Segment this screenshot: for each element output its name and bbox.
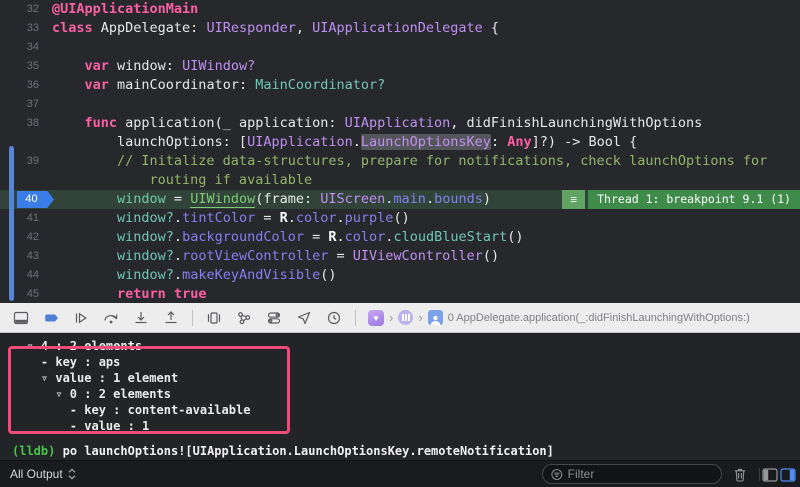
code-text: launchOptions: [UIApplication.LaunchOpti… — [46, 133, 637, 152]
code-line: 39 // Initalize data-structures, prepare… — [0, 152, 800, 171]
line-number[interactable]: 45 — [0, 285, 46, 303]
code-line: 37 — [0, 95, 800, 114]
code-line: launchOptions: [UIApplication.LaunchOpti… — [0, 133, 800, 152]
chevron-right-icon: › — [418, 310, 422, 325]
breakpoint-badge[interactable]: ≡Thread 1: breakpoint 9.1 (1) — [562, 190, 800, 209]
code-text: window?.tintColor = R.color.purple() — [46, 209, 410, 228]
filter-icon — [551, 468, 563, 481]
code-line: 41 window?.tintColor = R.color.purple() — [0, 209, 800, 228]
thread-breakpoint-label: Thread 1: breakpoint 9.1 (1) — [588, 190, 800, 209]
step-into-icon[interactable] — [128, 307, 154, 329]
code-line: 38 func application(_ application: UIApp… — [0, 114, 800, 133]
code-text: class AppDelegate: UIResponder, UIApplic… — [46, 19, 499, 38]
code-text: @UIApplicationMain — [46, 0, 198, 19]
breakpoints-toggle-icon[interactable] — [38, 307, 64, 329]
timeline-icon[interactable] — [321, 307, 347, 329]
view-hierarchy-icon[interactable] — [201, 307, 227, 329]
chevron-right-icon: › — [389, 310, 393, 325]
line-number[interactable]: 35 — [0, 57, 46, 76]
code-line: 34 — [0, 38, 800, 57]
code-line: 32@UIApplicationMain — [0, 0, 800, 19]
thread-icon[interactable] — [398, 310, 413, 325]
code-line-current: 40 window = UIWindow(frame: UIScreen.mai… — [0, 190, 800, 209]
lldb-command-line[interactable]: (lldb) po launchOptions![UIApplication.L… — [0, 444, 800, 459]
debug-toolbar: ♥ › › 0 AppDelegate.application(_:didFin… — [0, 303, 800, 333]
toolbar-separator — [192, 310, 193, 326]
line-number[interactable]: 41 — [0, 209, 46, 228]
code-line: 45 return true — [0, 285, 800, 303]
source-editor[interactable]: 32@UIApplicationMain33class AppDelegate:… — [0, 0, 800, 303]
environment-overrides-icon[interactable] — [261, 307, 287, 329]
console-filter-field[interactable] — [542, 464, 722, 484]
line-number[interactable]: 33 — [0, 19, 46, 38]
output-scope-label: All Output — [10, 467, 63, 481]
code-text: var mainCoordinator: MainCoordinator? — [46, 76, 385, 95]
line-number[interactable]: 32 — [0, 0, 46, 19]
popup-chevrons-icon — [68, 468, 76, 480]
line-number[interactable]: 39 — [0, 152, 46, 171]
app-icon[interactable]: ♥ — [368, 310, 384, 326]
hide-debug-area-icon[interactable] — [8, 307, 34, 329]
frame-icon[interactable] — [428, 310, 443, 325]
memory-graph-icon[interactable] — [231, 307, 257, 329]
focus-accent-bar — [9, 146, 14, 301]
console-bottom-bar: All Output — [0, 460, 800, 487]
output-scope-popup[interactable]: All Output — [0, 467, 76, 481]
line-number[interactable]: 37 — [0, 95, 46, 114]
breakpoint-badge-menu-icon[interactable]: ≡ — [562, 190, 585, 209]
line-number[interactable]: 36 — [0, 76, 46, 95]
code-text: window?.backgroundColor = R.color.cloudB… — [46, 228, 524, 247]
xcode-debug-window: 32@UIApplicationMain33class AppDelegate:… — [0, 0, 800, 487]
line-number[interactable]: 44 — [0, 266, 46, 285]
trash-icon[interactable] — [730, 465, 750, 484]
code-text: window?.rootViewController = UIViewContr… — [46, 247, 499, 266]
code-text: return true — [46, 285, 206, 303]
code-line: 36 var mainCoordinator: MainCoordinator? — [0, 76, 800, 95]
continue-icon[interactable] — [68, 307, 94, 329]
lldb-command: po launchOptions![UIApplication.LaunchOp… — [55, 444, 554, 458]
breakpoint-arrow[interactable]: 40 — [17, 191, 54, 208]
code-text: routing if available — [46, 171, 312, 190]
code-line: 43 window?.rootViewController = UIViewCo… — [0, 247, 800, 266]
annotation-highlight-box — [8, 346, 290, 434]
code-text: var window: UIWindow? — [46, 57, 255, 76]
code-line: 44 window?.makeKeyAndVisible() — [0, 266, 800, 285]
toolbar-separator — [355, 310, 356, 326]
lldb-prompt: (lldb) — [12, 444, 55, 458]
stack-frame-label[interactable]: 0 AppDelegate.application(_:didFinishLau… — [448, 312, 750, 324]
code-line: routing if available — [0, 171, 800, 190]
debug-breadcrumb: ♥ › › 0 AppDelegate.application(_:didFin… — [368, 310, 750, 326]
split-console-left-icon[interactable] — [760, 465, 780, 484]
step-over-icon[interactable] — [98, 307, 124, 329]
line-number[interactable]: 43 — [0, 247, 46, 266]
simulate-location-icon[interactable] — [291, 307, 317, 329]
code-text: func application(_ application: UIApplic… — [46, 114, 702, 133]
debug-console[interactable]: ▿ 4 : 2 elements - key : aps ▿ value : 1… — [0, 333, 800, 460]
line-number[interactable]: 38 — [0, 114, 46, 133]
split-console-right-icon[interactable] — [778, 465, 798, 484]
code-rows: 32@UIApplicationMain33class AppDelegate:… — [0, 0, 800, 303]
code-text: // Initalize data-structures, prepare fo… — [46, 152, 767, 171]
line-number[interactable]: 42 — [0, 228, 46, 247]
code-line: 33class AppDelegate: UIResponder, UIAppl… — [0, 19, 800, 38]
code-line: 35 var window: UIWindow? — [0, 57, 800, 76]
step-out-icon[interactable] — [158, 307, 184, 329]
code-text: window?.makeKeyAndVisible() — [46, 266, 337, 285]
code-text: window = UIWindow(frame: UIScreen.main.b… — [46, 190, 491, 209]
filter-input[interactable] — [568, 467, 713, 481]
code-line: 42 window?.backgroundColor = R.color.clo… — [0, 228, 800, 247]
line-number[interactable]: 34 — [0, 38, 46, 57]
